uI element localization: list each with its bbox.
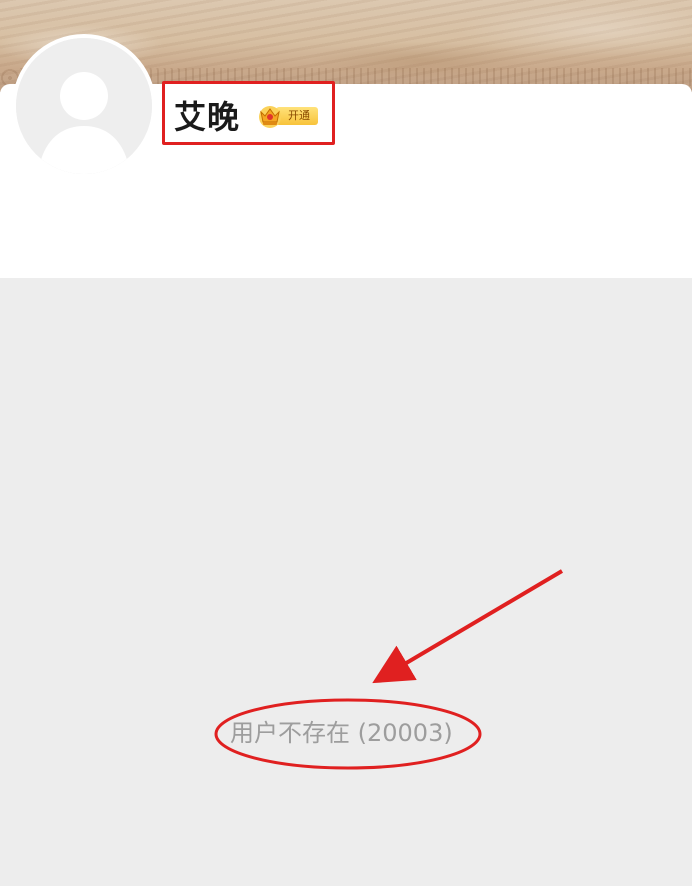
arrow-annotation (372, 569, 564, 684)
annotation-overlay (214, 569, 564, 770)
ellipse-annotation (214, 698, 482, 770)
crown-icon (259, 106, 281, 128)
